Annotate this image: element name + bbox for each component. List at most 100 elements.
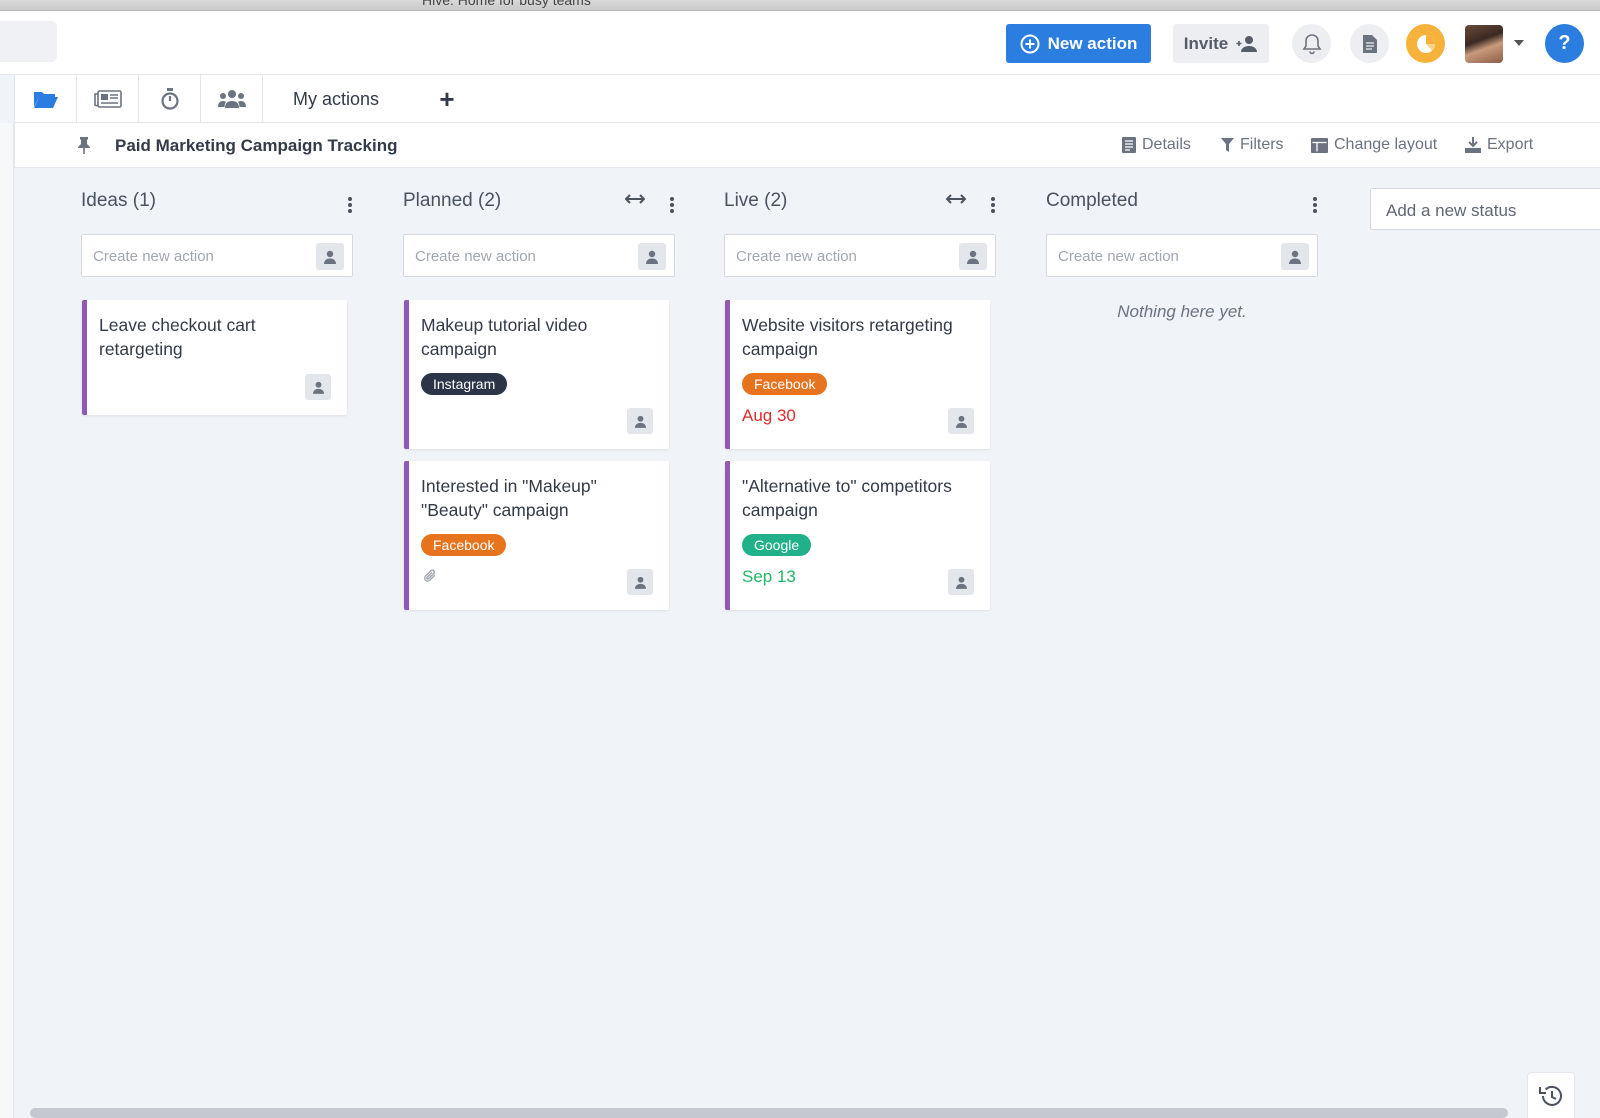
tab-my-actions[interactable]: My actions [263,75,409,123]
action-card[interactable]: Leave checkout cart retargeting [82,300,347,415]
more-vertical-icon[interactable] [1312,196,1318,214]
add-user-icon [1236,35,1258,52]
due-date[interactable]: Aug 30 [742,406,796,426]
create-action-placeholder: Create new action [736,248,857,265]
user-icon [1289,250,1301,264]
card-assignee[interactable] [627,569,653,595]
more-vertical-icon[interactable] [990,196,996,214]
download-icon [1465,137,1481,153]
action-card[interactable]: Website visitors retargeting campaign Fa… [725,300,990,449]
tab-team[interactable] [201,75,263,123]
create-action-input[interactable]: Create new action [1046,234,1318,277]
user-icon [967,250,979,264]
left-edge [0,123,14,1118]
column-title: Live (2) [724,190,788,211]
action-card[interactable]: Interested in "Makeup" "Beauty" campaign… [404,461,669,610]
due-date[interactable]: Sep 13 [742,567,796,587]
add-view-button[interactable]: + [432,75,462,123]
invite-button[interactable]: Invite [1173,24,1269,63]
history-button[interactable] [1527,1072,1575,1118]
card-title: Makeup tutorial video campaign [421,315,588,359]
tab-projects[interactable] [15,75,77,123]
assign-user-button[interactable] [638,243,666,270]
view-tabs: My actions + [14,75,1600,123]
create-action-input[interactable]: Create new action [403,234,675,277]
more-vertical-icon[interactable] [669,196,675,214]
card-title: Website visitors retargeting campaign [742,315,953,359]
create-action-placeholder: Create new action [415,248,536,265]
folder-icon [33,92,58,108]
filters-button[interactable]: Filters [1221,136,1284,154]
window-titlebar: Hive: Home for busy teams [0,0,1600,11]
notifications-button[interactable] [1292,24,1331,63]
more-vertical-icon[interactable] [347,196,353,214]
paperclip-icon [424,569,436,582]
newspaper-icon [93,90,122,108]
assign-user-button[interactable] [316,243,344,270]
card-assignee[interactable] [948,408,974,434]
action-card[interactable]: "Alternative to" competitors campaign Go… [725,461,990,610]
column-title: Planned (2) [403,190,502,211]
change-layout-label: Change layout [1334,136,1438,153]
tab-my-actions-label: My actions [292,88,380,109]
user-avatar[interactable] [1465,25,1503,63]
notes-button[interactable] [1350,24,1389,63]
tab-status[interactable] [77,75,139,123]
assign-user-button[interactable] [959,243,987,270]
help-button[interactable]: ? [1545,24,1584,63]
export-label: Export [1487,136,1534,153]
bell-icon [1302,33,1321,54]
create-action-input[interactable]: Create new action [81,234,353,277]
search-box[interactable] [0,21,57,62]
column-header: Planned (2) [403,190,675,218]
project-toolbar: Paid Marketing Campaign Tracking Details… [14,123,1600,168]
card-assignee[interactable] [627,408,653,434]
action-card[interactable]: Makeup tutorial video campaign Instagram [404,300,669,449]
details-label: Details [1142,136,1191,153]
export-button[interactable]: Export [1465,136,1533,154]
column-header: Live (2) [724,190,996,218]
card-assignee[interactable] [948,569,974,595]
filter-icon [1221,137,1234,152]
tag-badge[interactable]: Instagram [421,373,508,395]
expand-horizontal-icon[interactable] [946,194,966,204]
tag-badge[interactable]: Facebook [421,534,507,556]
card-title: "Alternative to" competitors campaign [742,476,952,520]
empty-column-message: Nothing here yet. [1117,302,1247,321]
new-action-button[interactable]: New action [1006,24,1151,63]
create-action-placeholder: Create new action [93,248,214,265]
details-icon [1122,137,1136,153]
create-action-placeholder: Create new action [1058,248,1179,265]
pin-icon[interactable] [77,136,91,154]
tag-badge[interactable]: Facebook [742,373,828,395]
top-header: New action Invite ? [0,11,1600,75]
project-title: Paid Marketing Campaign Tracking [115,136,398,155]
card-title: Leave checkout cart retargeting [99,315,256,359]
tab-timesheets[interactable] [139,75,201,123]
add-status-input[interactable]: Add a new status [1370,188,1600,230]
details-button[interactable]: Details [1122,136,1191,154]
user-icon [312,381,324,394]
analytics-button[interactable] [1406,24,1445,63]
team-icon [217,90,246,108]
invite-label: Invite [1183,33,1229,53]
tag-badge[interactable]: Google [742,534,812,556]
user-icon [646,250,658,264]
column-header: Ideas (1) [81,190,353,218]
change-layout-button[interactable]: Change layout [1311,136,1437,154]
user-icon [634,576,646,589]
chevron-down-icon[interactable] [1514,40,1524,46]
expand-horizontal-icon[interactable] [625,194,645,204]
new-action-label: New action [1047,33,1138,53]
scrollbar-thumb[interactable] [30,1108,1508,1118]
layout-icon [1311,137,1328,153]
filters-label: Filters [1240,136,1284,153]
assign-user-button[interactable] [1281,243,1309,270]
create-action-input[interactable]: Create new action [724,234,996,277]
user-icon [955,576,967,589]
card-assignee[interactable] [305,374,331,400]
user-icon [634,415,646,428]
document-icon [1362,34,1377,53]
user-icon [955,415,967,428]
pie-icon [1416,34,1435,53]
